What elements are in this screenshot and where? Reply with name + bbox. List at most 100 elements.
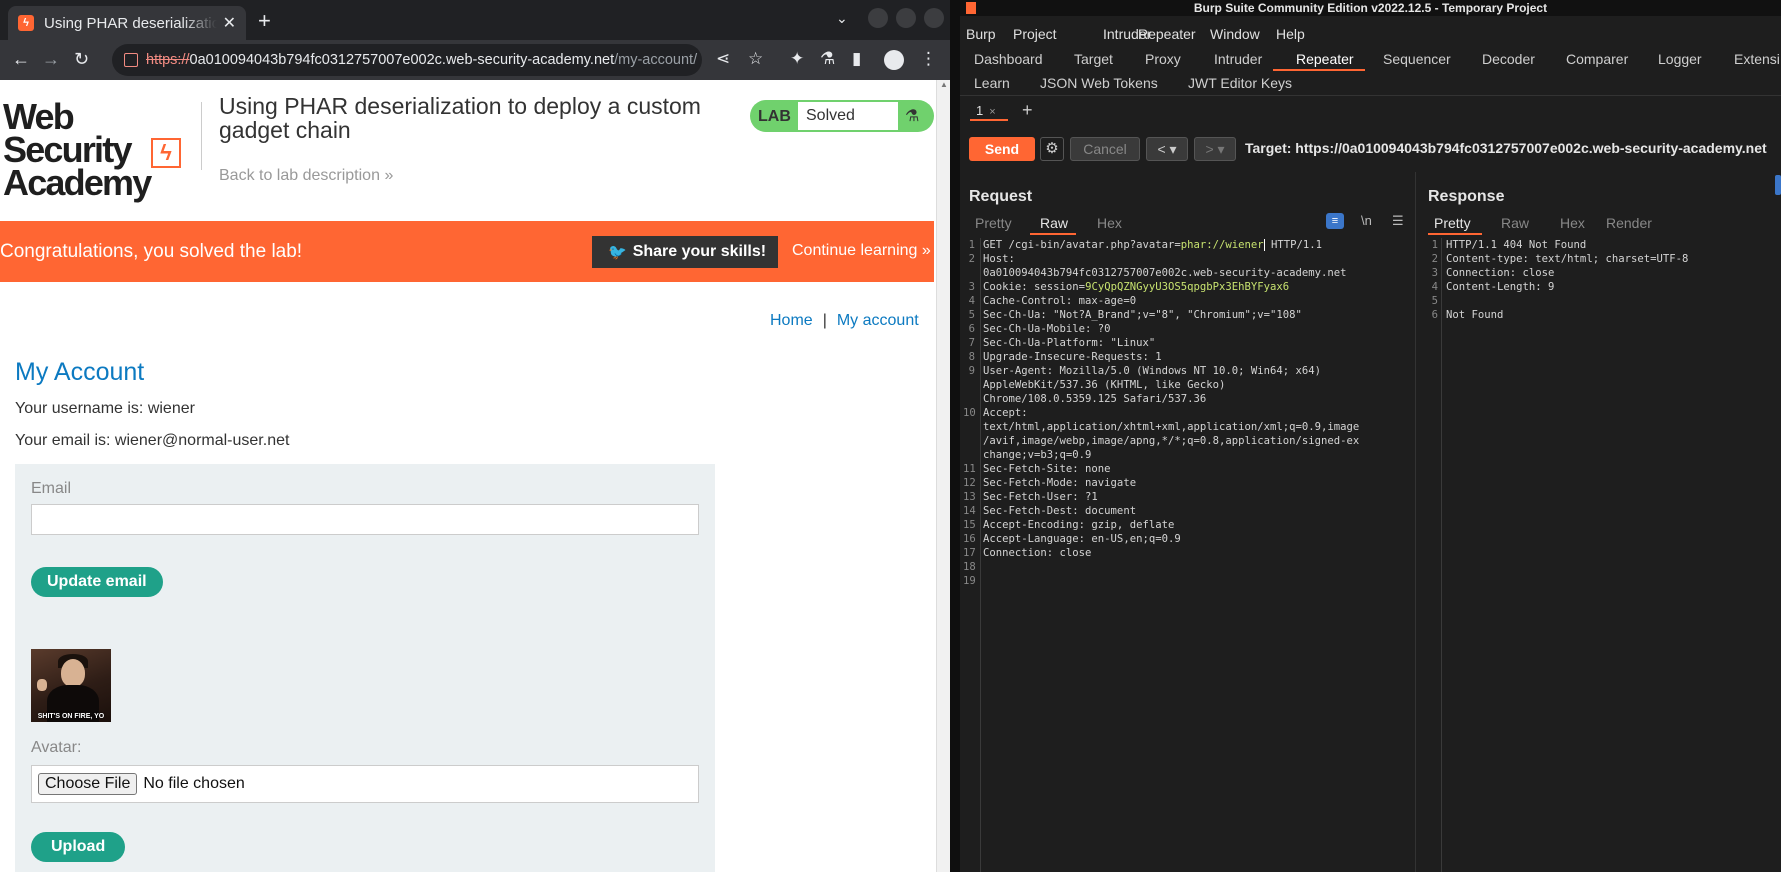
newline-toggle-icon[interactable]: \n [1361, 213, 1372, 228]
not-secure-icon[interactable] [124, 53, 138, 67]
response-tab-render[interactable]: Render [1606, 215, 1652, 231]
lightning-bolt-icon: ϟ [151, 138, 181, 168]
maximize-window-icon[interactable] [896, 8, 916, 28]
tab-decoder[interactable]: Decoder [1482, 51, 1535, 67]
browser-tab[interactable]: ϟ Using PHAR deserializatio ✕ [8, 6, 246, 40]
close-repeater-tab-icon[interactable]: × [989, 106, 995, 118]
bookmark-star-icon[interactable]: ☆ [748, 49, 763, 69]
menu-project[interactable]: Project [1013, 26, 1057, 42]
tab-dashboard[interactable]: Dashboard [974, 51, 1043, 67]
back-arrow-icon[interactable]: ← [12, 49, 30, 70]
tab-extensions[interactable]: Extensi [1734, 51, 1780, 67]
line-number: 2 [968, 253, 975, 265]
line-number: 1 [968, 239, 975, 251]
back-to-lab-description-link[interactable]: Back to lab description » [219, 167, 393, 185]
choose-file-button[interactable]: Choose File [38, 773, 138, 795]
target-url[interactable]: Target: https://0a010094043b794fc0312757… [1245, 140, 1767, 156]
share-icon[interactable]: ⋖ [716, 49, 730, 69]
burp-window-title: Burp Suite Community Edition v2022.12.5 … [1193, 1, 1548, 15]
inspector-panel-handle[interactable] [1775, 175, 1781, 195]
history-forward-button[interactable]: > ▾ [1194, 137, 1236, 161]
send-button[interactable]: Send [969, 137, 1035, 161]
web-page: Web Security Academy ϟ Using PHAR deseri… [0, 80, 936, 872]
request-tab-raw[interactable]: Raw [1040, 215, 1068, 231]
http-version: HTTP/1.1 [1264, 239, 1323, 251]
chrome-menu-icon[interactable]: ⋮ [920, 49, 937, 69]
page-scrollbar[interactable]: ▲ [936, 80, 950, 872]
reload-icon[interactable]: ↻ [74, 49, 89, 70]
request-line: Sec-Ch-Ua-Mobile: ?0 [983, 323, 1111, 335]
response-line: Content-Length: 9 [1446, 281, 1555, 293]
lab-flask-icon[interactable]: ⚗ [820, 49, 835, 69]
menu-window[interactable]: Window [1210, 26, 1260, 42]
new-tab-icon[interactable]: + [258, 8, 271, 34]
response-tab-pretty[interactable]: Pretty [1434, 215, 1471, 231]
my-account-link[interactable]: My account [837, 312, 919, 329]
tab-jwt-editor-keys[interactable]: JWT Editor Keys [1188, 75, 1292, 91]
upload-button[interactable]: Upload [31, 832, 126, 862]
menu-repeater[interactable]: Repeater [1138, 26, 1196, 42]
avatar-image: SHIT'S ON FIRE, YO [31, 649, 111, 722]
address-bar[interactable]: https:// 0a010094043b794fc0312757007e002… [112, 44, 702, 76]
browser-tab-strip: ϟ Using PHAR deserializatio ✕ + ⌄ [0, 0, 950, 40]
extensions-puzzle-icon[interactable]: ✦ [790, 49, 804, 69]
close-tab-icon[interactable]: ✕ [223, 13, 236, 33]
line-number: 18 [963, 561, 976, 573]
avatar-label: Avatar: [31, 739, 82, 756]
tab-logger[interactable]: Logger [1658, 51, 1702, 67]
request-raw-underline [1030, 233, 1076, 235]
top-nav-links: Home | My account [770, 312, 919, 330]
menu-help[interactable]: Help [1276, 26, 1305, 42]
avatar-caption: SHIT'S ON FIRE, YO [37, 713, 105, 720]
history-back-button[interactable]: < ▾ [1146, 137, 1188, 161]
avatar-file-input[interactable]: Choose File No file chosen [31, 765, 699, 803]
scrollbar-up-arrow-icon[interactable]: ▲ [940, 80, 948, 90]
line-number: 7 [968, 337, 975, 349]
home-link[interactable]: Home [770, 312, 813, 329]
request-editor[interactable]: 1 GET /cgi-bin/avatar.php?avatar=phar://w… [963, 238, 1411, 838]
back-link-text: Back to lab description [219, 167, 380, 184]
tab-comparer[interactable]: Comparer [1566, 51, 1628, 67]
minimize-window-icon[interactable] [868, 8, 888, 28]
tab-search-chevron-icon[interactable]: ⌄ [836, 10, 848, 27]
web-security-academy-logo[interactable]: Web Security Academy ϟ [3, 99, 193, 201]
menu-burp[interactable]: Burp [966, 26, 996, 42]
request-line: Host: [983, 253, 1015, 265]
line-number: 8 [968, 351, 975, 363]
update-email-button[interactable]: Update email [31, 567, 163, 597]
tab-target[interactable]: Target [1074, 51, 1113, 67]
response-line: HTTP/1.1 404 Not Found [1446, 239, 1587, 251]
cancel-button[interactable]: Cancel [1070, 137, 1140, 161]
tab-learn[interactable]: Learn [974, 75, 1010, 91]
browser-toolbar: ← → ↻ https:// 0a010094043b794fc03127570… [0, 40, 950, 80]
response-tab-raw[interactable]: Raw [1501, 215, 1529, 231]
forward-arrow-icon[interactable]: → [42, 49, 60, 70]
close-window-icon[interactable] [924, 8, 944, 28]
share-skills-button[interactable]: 🐦 Share your skills! [592, 236, 778, 268]
tab-intruder[interactable]: Intruder [1214, 51, 1262, 67]
response-tab-hex[interactable]: Hex [1560, 215, 1585, 231]
avatar-hand [37, 679, 47, 691]
editor-menu-icon[interactable]: ☰ [1392, 213, 1404, 229]
pane-splitter[interactable] [1415, 172, 1416, 872]
request-tab-pretty[interactable]: Pretty [975, 215, 1012, 231]
tab-json-web-tokens[interactable]: JSON Web Tokens [1040, 75, 1158, 91]
request-tab-hex[interactable]: Hex [1097, 215, 1122, 231]
continue-learning-link[interactable]: Continue learning » [792, 242, 931, 260]
repeater-tab-1[interactable]: 1 × [970, 101, 1008, 121]
tab-sequencer[interactable]: Sequencer [1383, 51, 1451, 67]
email-field[interactable] [31, 504, 699, 535]
lab-status-text: Solved [798, 102, 898, 130]
line-number: 10 [963, 407, 976, 419]
tab-proxy[interactable]: Proxy [1145, 51, 1181, 67]
line-number: 3 [968, 281, 975, 293]
avatar-param-value: phar://wiener [1180, 239, 1265, 251]
settings-gear-icon[interactable]: ⚙ [1040, 137, 1064, 161]
side-panel-icon[interactable]: ▮ [852, 49, 861, 69]
line-number: 14 [963, 505, 976, 517]
profile-avatar-icon[interactable] [884, 50, 904, 70]
word-wrap-icon[interactable]: ≡ [1326, 213, 1344, 229]
tab-repeater[interactable]: Repeater [1296, 51, 1354, 67]
add-repeater-tab-icon[interactable]: + [1022, 100, 1033, 121]
response-editor[interactable]: 1 HTTP/1.1 404 Not Found 2 Content-type: te… [1426, 238, 1776, 438]
